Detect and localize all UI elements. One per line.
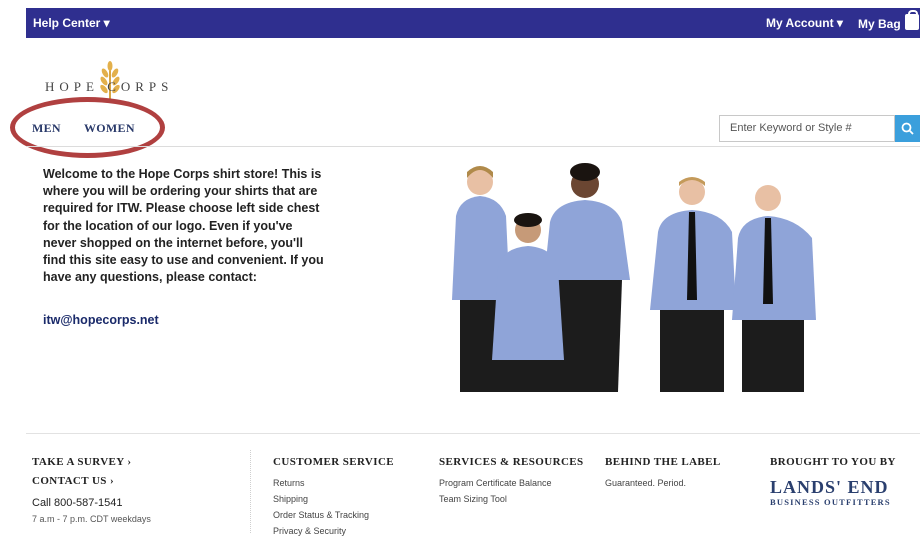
shopping-bag-icon: [904, 10, 919, 30]
footer-link-privacy[interactable]: Privacy & Security: [273, 523, 346, 539]
top-navigation-bar: Help Center ▾ My Account ▾ My Bag: [26, 8, 920, 38]
footer-column-divider: [250, 450, 251, 533]
behind-label-heading: BEHIND THE LABEL: [605, 456, 721, 468]
search-input[interactable]: Enter Keyword or Style #: [719, 115, 895, 142]
search-icon: [901, 122, 914, 135]
logo-text: HOPE CORPS: [45, 79, 174, 94]
contact-us-link[interactable]: CONTACT US ›: [32, 475, 114, 487]
brought-by-heading: BROUGHT TO YOU BY: [770, 456, 896, 468]
lands-end-subtitle: BUSINESS OUTFITTERS: [770, 497, 891, 507]
my-bag-label: My Bag: [858, 17, 901, 31]
footer-divider: [26, 433, 920, 434]
lands-end-logo[interactable]: LANDS' END: [770, 477, 889, 498]
staff-person-4: [650, 177, 736, 392]
hope-corps-logo[interactable]: HOPE CORPS: [45, 60, 195, 100]
welcome-text: Welcome to the Hope Corps shirt store! T…: [43, 167, 324, 285]
nav-divider: [26, 146, 920, 147]
my-bag-link[interactable]: My Bag: [858, 10, 919, 32]
take-survey-link[interactable]: TAKE A SURVEY ›: [32, 456, 131, 468]
annotation-circle: [10, 97, 165, 158]
help-center-menu[interactable]: Help Center ▾: [33, 16, 110, 30]
footer-link-shipping[interactable]: Shipping: [273, 491, 308, 507]
staff-person-5: [732, 185, 816, 392]
contact-email-link[interactable]: itw@hopecorps.net: [43, 313, 159, 327]
footer-link-returns[interactable]: Returns: [273, 475, 305, 491]
search-button[interactable]: [895, 115, 920, 142]
contact-phone: Call 800-587-1541: [32, 497, 123, 509]
services-heading: SERVICES & RESOURCES: [439, 456, 584, 468]
my-account-menu[interactable]: My Account ▾: [766, 16, 843, 30]
footer-link-certificate[interactable]: Program Certificate Balance: [439, 475, 552, 491]
footer-link-guaranteed[interactable]: Guaranteed. Period.: [605, 475, 686, 491]
contact-hours: 7 a.m - 7 p.m. CDT weekdays: [32, 514, 151, 524]
footer-link-order-status[interactable]: Order Status & Tracking: [273, 507, 369, 523]
customer-service-heading: CUSTOMER SERVICE: [273, 456, 395, 468]
staff-group-photo: [452, 163, 816, 392]
footer-link-sizing[interactable]: Team Sizing Tool: [439, 491, 507, 507]
